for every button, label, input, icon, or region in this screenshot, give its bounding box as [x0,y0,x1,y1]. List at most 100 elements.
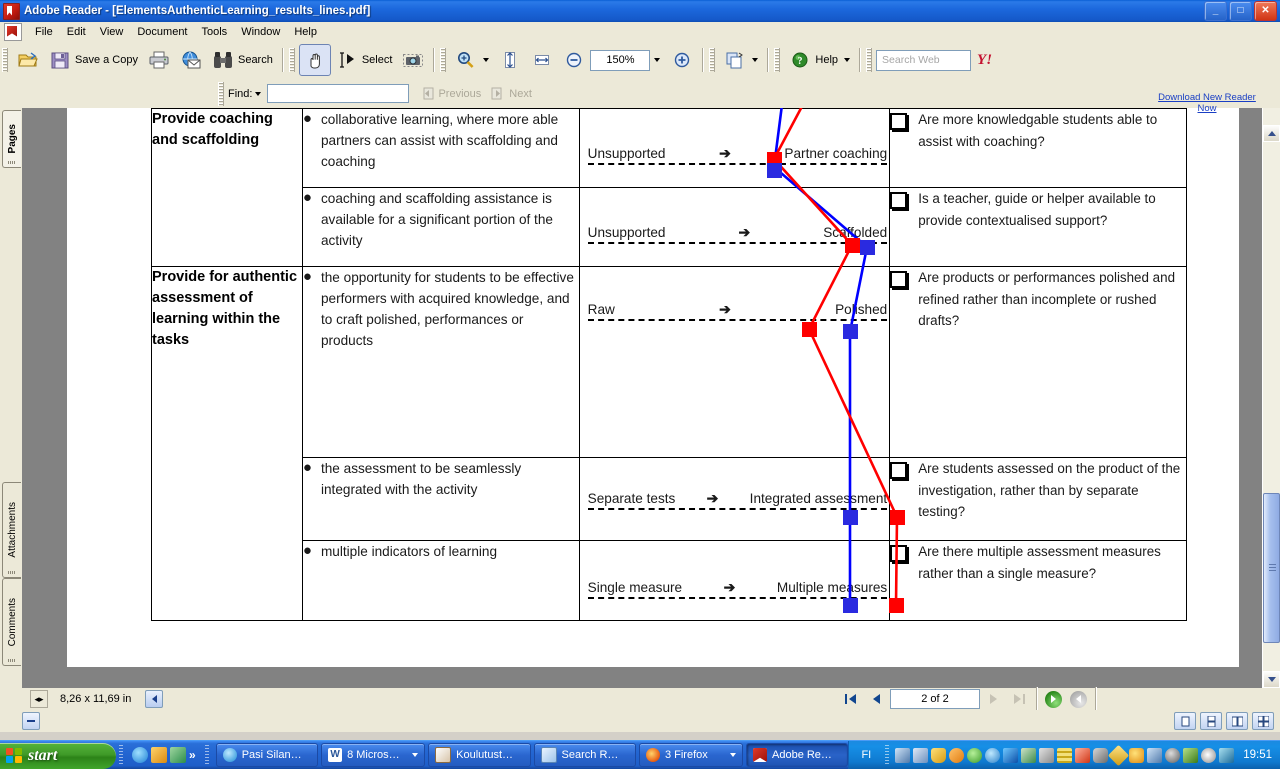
help-button[interactable]: ? Help [784,44,855,76]
network-x-icon[interactable] [1147,747,1163,763]
sidebar-item-attachments[interactable]: Attachments [2,482,21,578]
find-input[interactable] [267,84,410,103]
leaf-icon[interactable] [1183,747,1199,763]
scrollbar-thumb[interactable] [1263,493,1280,643]
page-layout-button[interactable] [719,44,763,76]
yahoo-logo[interactable]: Y! [977,52,992,69]
collapse-pane-button[interactable] [145,690,164,708]
continuous-view-button[interactable] [1200,712,1222,730]
toolbar-grip-3[interactable] [440,48,447,72]
facing-view-button[interactable] [1226,712,1248,730]
start-button[interactable]: start [0,742,116,769]
security-shield-icon[interactable] [931,747,947,763]
update-arrows-icon[interactable] [949,747,965,763]
storage-icon[interactable] [1057,747,1073,763]
internet-explorer-icon[interactable] [132,747,148,763]
checkbox-icon[interactable] [890,462,908,479]
fit-width-button[interactable] [526,44,558,76]
printer-icon[interactable] [1039,747,1055,763]
language-indicator[interactable]: FI [857,749,879,761]
outlook-icon[interactable] [151,747,167,763]
taskbar-item-firefox-group[interactable]: 3 Firefox [638,743,743,767]
taskbar-item-koulutust[interactable]: Koulutust… [428,743,531,767]
taskbar-item-messenger[interactable]: Pasi Silan… [215,743,319,767]
scroll-down-button[interactable] [1263,671,1280,688]
antivirus-check-icon[interactable] [967,747,983,763]
volume-icon[interactable] [1075,747,1091,763]
next-view-button[interactable] [1070,690,1087,708]
checkbox-icon[interactable] [890,192,908,209]
tray-grip[interactable] [885,745,890,765]
menu-item-edit[interactable]: Edit [60,24,93,40]
chevron-down-icon[interactable] [483,58,490,62]
checkbox-icon[interactable] [890,545,908,562]
pane-resize-handle[interactable]: ◂▸ [30,690,48,708]
quick-launch-more-icon[interactable]: » [189,748,196,762]
search-button[interactable]: Search [207,44,278,76]
taskbar-item-search-results[interactable]: Search R… [533,743,636,767]
network-icon[interactable] [913,747,929,763]
first-page-button[interactable] [838,689,864,709]
open-button[interactable] [12,44,44,76]
page-number-input[interactable]: 2 of 2 [890,689,980,709]
toolbar-grip-6[interactable] [866,48,873,72]
toolbar-grip-4[interactable] [709,48,716,72]
previous-view-button[interactable] [1045,690,1062,708]
zoom-dropdown-chevron-icon[interactable] [654,58,661,62]
close-button[interactable]: ✕ [1254,1,1277,21]
minimize-button[interactable]: _ [1204,1,1227,21]
single-page-view-button[interactable] [1174,712,1196,730]
last-page-button[interactable] [1006,689,1032,709]
chevron-down-icon[interactable] [730,753,736,757]
webcam-icon[interactable] [1093,747,1109,763]
toolbar-grip-2[interactable] [288,48,295,72]
zoom-in-button[interactable] [666,44,698,76]
next-page-button[interactable] [980,689,1006,709]
smiley-icon[interactable] [1129,747,1145,763]
find-chevron-icon[interactable] [255,91,262,96]
email-button[interactable] [175,44,207,76]
vertical-scrollbar[interactable] [1262,108,1280,688]
select-tool-button[interactable]: Select [331,44,398,76]
save-a-copy-button[interactable]: Save a Copy [44,44,143,76]
help-chevron-icon[interactable] [844,58,851,62]
sidebar-item-pages[interactable]: Pages [2,110,21,168]
previous-page-button[interactable] [864,689,890,709]
find-previous-button[interactable]: Previous [415,85,486,102]
find-grip[interactable] [218,81,224,106]
bluetooth-globe-icon[interactable] [985,747,1001,763]
diamond-icon[interactable] [1108,744,1130,766]
network-disconnected-icon[interactable] [895,747,911,763]
checkbox-icon[interactable] [890,271,908,288]
clock[interactable]: 19:51 [1243,749,1272,761]
menu-item-window[interactable]: Window [234,24,287,40]
chevron-down-icon[interactable] [412,753,419,757]
sidebar-item-comments[interactable]: Comments [2,578,21,666]
download-new-reader-link[interactable]: Download New Reader Now [1158,92,1256,114]
find-next-button[interactable]: Next [486,85,537,102]
taskbar-item-word-group[interactable]: W 8 Micros… [321,743,426,767]
bluetooth-icon[interactable] [1003,747,1019,763]
fit-page-button[interactable] [494,44,526,76]
menu-item-file[interactable]: File [28,24,60,40]
toolbar-grip-5[interactable] [774,48,781,72]
scissors-icon[interactable] [1219,747,1235,763]
print-button[interactable] [143,44,175,76]
task-area-grip[interactable] [204,745,209,765]
snapshot-button[interactable] [397,44,429,76]
checkbox-icon[interactable] [890,113,908,130]
taskbar-item-adobe-reader[interactable]: Adobe Re… [746,743,849,767]
menu-item-tools[interactable]: Tools [195,24,235,40]
show-contacts-icon[interactable] [170,747,186,763]
zoom-level-input[interactable]: 150% [590,49,651,71]
zoom-out-button[interactable] [558,44,590,76]
maximize-button[interactable]: □ [1229,1,1252,21]
menu-item-document[interactable]: Document [130,24,194,40]
document-view[interactable]: Provide coaching and scaffolding ● colla… [22,108,1263,688]
layout-chevron-icon[interactable] [752,58,759,62]
minimize-pane-button[interactable] [22,712,40,730]
menu-item-help[interactable]: Help [287,24,324,40]
spiral-icon[interactable] [1201,747,1217,763]
continuous-facing-view-button[interactable] [1252,712,1274,730]
zoom-tool-button[interactable] [450,44,494,76]
